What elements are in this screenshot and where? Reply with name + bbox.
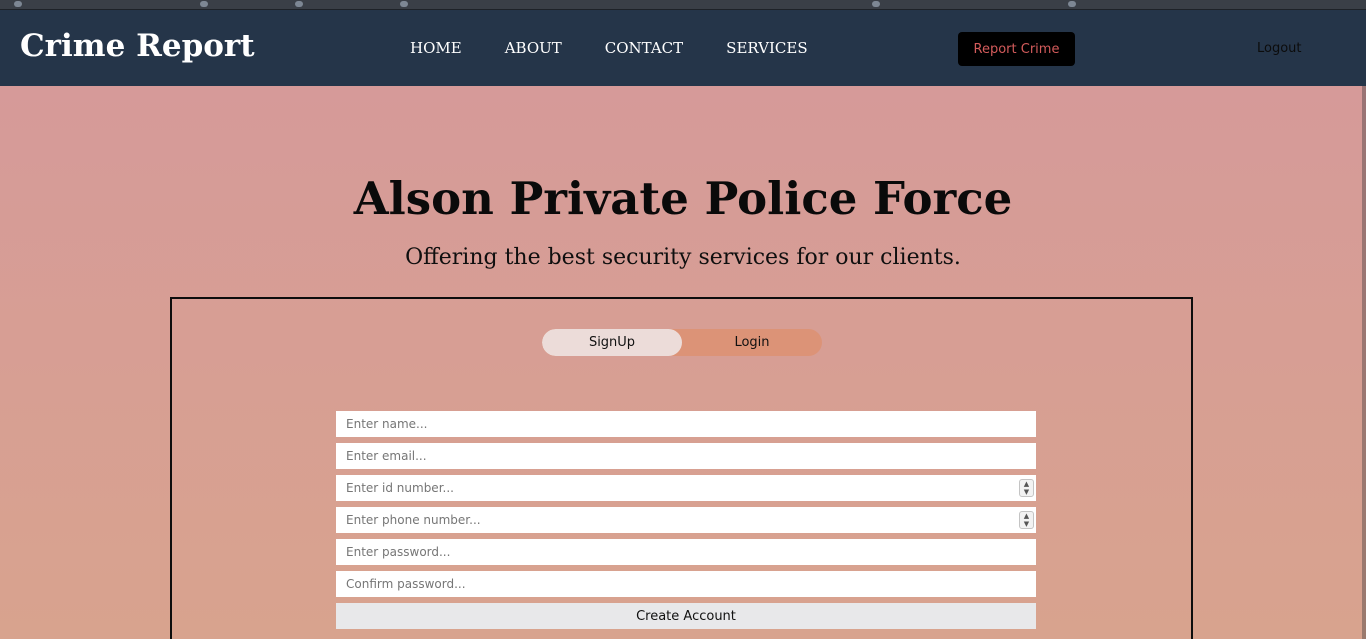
email-field-wrap: [336, 443, 1036, 469]
create-account-button[interactable]: Create Account: [336, 603, 1036, 629]
scrollbar[interactable]: [1362, 86, 1366, 639]
name-input[interactable]: [336, 411, 1036, 437]
auth-toggle: SignUp Login: [542, 329, 822, 356]
tab-favicon-icon: [872, 1, 880, 7]
phone-field-wrap: ▲▼: [336, 507, 1036, 533]
nav-link-about[interactable]: ABOUT: [505, 39, 562, 57]
tab-favicon-icon: [1068, 1, 1076, 7]
nav-link-services[interactable]: SERVICES: [726, 39, 807, 57]
report-crime-button[interactable]: Report Crime: [958, 32, 1075, 66]
auth-form-box: SignUp Login ▲▼ ▲▼ Crea: [170, 297, 1193, 639]
email-input[interactable]: [336, 443, 1036, 469]
nav-link-home[interactable]: HOME: [410, 39, 462, 57]
password-input[interactable]: [336, 539, 1036, 565]
signup-form: ▲▼ ▲▼ Create Account: [336, 411, 1036, 629]
tab-signup[interactable]: SignUp: [542, 329, 682, 356]
tab-favicon-icon: [295, 1, 303, 7]
tab-favicon-icon: [200, 1, 208, 7]
confirm-password-field-wrap: [336, 571, 1036, 597]
browser-top-strip: [0, 0, 1366, 10]
hero-subtitle: Offering the best security services for …: [405, 245, 961, 270]
tab-favicon-icon: [14, 1, 22, 7]
hero-title: Alson Private Police Force: [353, 172, 1013, 225]
tab-favicon-icon: [400, 1, 408, 7]
number-spinner-icon[interactable]: ▲ ▼: [1019, 479, 1034, 497]
logout-button[interactable]: Logout: [1257, 41, 1302, 56]
brand-logo[interactable]: Crime Report: [20, 28, 255, 64]
nav-link-contact[interactable]: CONTACT: [605, 39, 683, 57]
phone-input[interactable]: [336, 507, 1036, 533]
id-number-input[interactable]: [336, 475, 1036, 501]
tab-login[interactable]: Login: [682, 329, 822, 356]
number-spinner-icon[interactable]: ▲ ▼: [1019, 511, 1034, 529]
name-field-wrap: [336, 411, 1036, 437]
confirm-password-input[interactable]: [336, 571, 1036, 597]
id-number-field-wrap: ▲▼: [336, 475, 1036, 501]
nav-links: HOME ABOUT CONTACT SERVICES: [410, 39, 851, 57]
main-content: Alson Private Police Force Offering the …: [0, 86, 1366, 639]
navbar: Crime Report HOME ABOUT CONTACT SERVICES…: [0, 10, 1366, 86]
password-field-wrap: [336, 539, 1036, 565]
